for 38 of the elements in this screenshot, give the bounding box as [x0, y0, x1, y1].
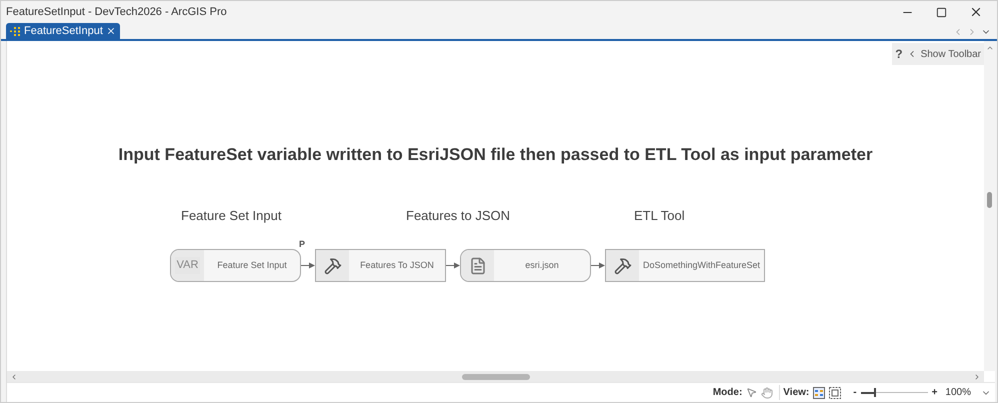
- close-icon[interactable]: [969, 5, 983, 19]
- connector-arrow: [446, 262, 460, 268]
- parameter-tag: P: [299, 238, 306, 252]
- fit-to-window-icon[interactable]: [829, 386, 842, 398]
- connector-arrow: [301, 262, 315, 268]
- vertical-scrollbar[interactable]: [984, 41, 995, 371]
- column-label: ETL Tool: [634, 207, 685, 225]
- view-label: View:: [779, 385, 810, 400]
- data-node[interactable]: esri.json: [460, 249, 591, 282]
- scrollbar-thumb[interactable]: [462, 374, 530, 380]
- column-label: Features to JSON: [406, 207, 510, 225]
- scroll-right-icon[interactable]: [973, 372, 981, 380]
- tool-node[interactable]: Features To JSON: [315, 249, 446, 282]
- hammer-icon: [324, 256, 342, 274]
- variable-node[interactable]: VAR Feature Set Input: [170, 249, 301, 282]
- document-tab[interactable]: FeatureSetInput: [6, 23, 120, 39]
- scrollbar-thumb[interactable]: [987, 192, 992, 208]
- auto-layout-icon[interactable]: [813, 386, 826, 398]
- scroll-up-icon[interactable]: [986, 44, 994, 52]
- connector-arrow: [591, 262, 605, 268]
- maximize-icon[interactable]: [936, 6, 947, 18]
- select-mode-icon[interactable]: [746, 387, 758, 398]
- zoom-in-button[interactable]: +: [932, 385, 938, 400]
- zoom-out-button[interactable]: -: [853, 385, 857, 400]
- hammer-icon: [614, 256, 632, 274]
- model-icon: [10, 26, 21, 36]
- column-label: Feature Set Input: [181, 207, 282, 225]
- scroll-left-icon[interactable]: [10, 372, 18, 380]
- horizontal-scrollbar[interactable]: [7, 371, 984, 382]
- zoom-slider[interactable]: [860, 388, 928, 398]
- zoom-percent: 100%: [945, 386, 971, 400]
- model-heading: Input FeatureSet variable written to EsriJSON file then passed to ETL Tool as input parameter: [118, 144, 873, 166]
- close-tab-icon[interactable]: [106, 26, 116, 36]
- mode-label: Mode:: [712, 386, 742, 400]
- document-icon: [468, 256, 486, 274]
- toolbar-toggle[interactable]: ? Show Toolbar: [892, 43, 984, 65]
- window-title: FeatureSetInput - DevTech2026 - ArcGIS Pro: [6, 4, 227, 20]
- tool-node[interactable]: DoSomethingWithFeatureSet: [605, 249, 765, 282]
